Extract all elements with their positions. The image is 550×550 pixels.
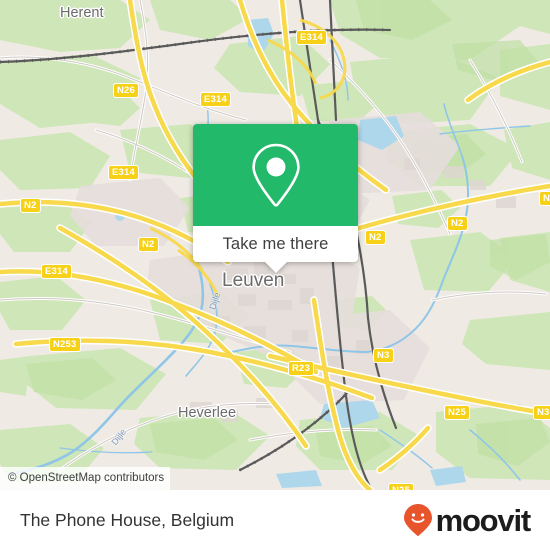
- callout-action-area[interactable]: Take me there: [193, 226, 358, 273]
- road-shield: N25: [388, 483, 415, 490]
- road-shield: N2: [138, 237, 159, 252]
- place-label: Heverlee: [178, 405, 237, 421]
- road-shield: E314: [200, 92, 231, 107]
- osm-attribution[interactable]: © OpenStreetMap contributors: [0, 467, 171, 490]
- road-shield: N3: [373, 348, 394, 363]
- road-shield: N2: [365, 230, 386, 245]
- place-callout-card[interactable]: Take me there: [193, 124, 358, 273]
- callout-icon-area: [193, 124, 358, 226]
- take-me-there-label: Take me there: [222, 234, 329, 253]
- map-pin-icon: [251, 143, 300, 207]
- footer-bar: The Phone House, Belgium moovit: [0, 490, 550, 550]
- place-label: Leuven: [222, 270, 285, 291]
- road-shield: N3: [533, 405, 550, 420]
- road-shield: N2: [20, 198, 41, 213]
- map-viewport[interactable]: E314 N26 E314 E314 N2 N2 N2 N2 N2 E314 N253 R23 N3 N2…: [0, 0, 550, 490]
- road-shield: E314: [296, 30, 327, 45]
- road-shield: N26: [113, 83, 140, 98]
- moovit-place-card-screenshot: E314 N26 E314 E314 N2 N2 N2 N2 N2 E314 N253 R23 N3 N2…: [0, 0, 550, 550]
- road-shield: E314: [108, 165, 139, 180]
- moovit-wordmark: moovit: [435, 502, 532, 538]
- place-label: Herent: [60, 5, 104, 21]
- road-shield: R23: [288, 361, 315, 376]
- moovit-brand[interactable]: moovit: [403, 502, 532, 538]
- moovit-smiley-pin-icon: [403, 504, 432, 536]
- road-shield: N253: [49, 337, 81, 352]
- callout-pointer-tail: [263, 261, 288, 273]
- road-shield: N2: [539, 191, 550, 206]
- road-shield: E314: [41, 264, 72, 279]
- road-shield: N2: [447, 216, 468, 231]
- place-title: The Phone House, Belgium: [20, 509, 235, 530]
- road-shield: N25: [444, 405, 471, 420]
